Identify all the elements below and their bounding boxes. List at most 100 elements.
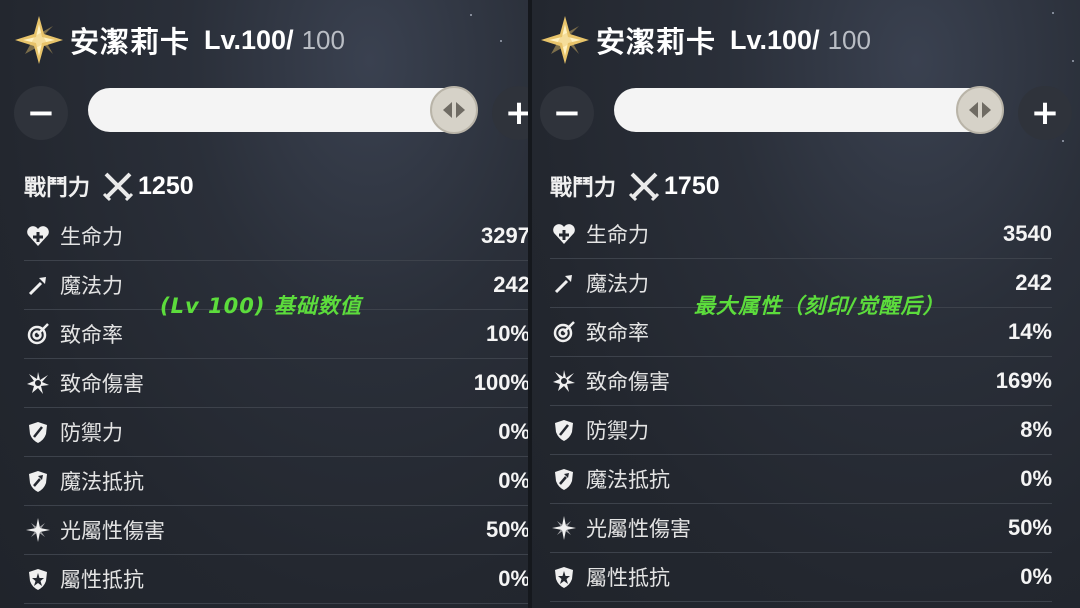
level-slider-handle[interactable] (430, 86, 478, 134)
stat-value: 3540 (1003, 221, 1052, 246)
stat-label: 魔法抵抗 (60, 470, 144, 494)
stat-row-hp: 生命力 3540 (550, 210, 1052, 259)
character-name: 安潔莉卡 (596, 25, 717, 59)
stat-value: 0% (498, 419, 528, 444)
stat-label: 魔法力 (586, 272, 649, 296)
wand-icon (554, 275, 572, 294)
magic-resist-icon (555, 469, 573, 490)
crossed-swords-icon (102, 172, 134, 202)
level-slider-row: − + (540, 86, 1072, 140)
stat-value: 0% (498, 468, 528, 493)
stat-label: 生命力 (60, 225, 123, 249)
stat-row-magic-resist: 魔法抵抗 0% (24, 457, 528, 506)
combat-power-value: 1250 (138, 171, 194, 200)
combat-power-label: 戰鬥力 (24, 176, 91, 201)
stat-row-hp: 生命力 3297 (24, 212, 528, 261)
stat-list: 生命力 3297 魔法力 242 致命率 10% 致命傷害 100% 防禦力 0… (24, 212, 528, 604)
level-increase-button[interactable]: + (492, 86, 528, 140)
combat-power-value: 1750 (664, 171, 720, 200)
stat-label: 致命率 (586, 321, 649, 345)
level-slider-track[interactable] (614, 86, 1004, 134)
drag-arrows-icon (443, 102, 465, 118)
stat-value: 10% (485, 321, 528, 346)
stat-row-magic-resist: 魔法抵抗 0% (550, 455, 1052, 504)
stat-row-element-resist: 屬性抵抗 0% (550, 553, 1052, 602)
character-level: Lv.100/ (204, 24, 294, 55)
level-slider-track[interactable] (88, 86, 478, 134)
stat-label: 致命傷害 (586, 370, 670, 394)
background-star (1062, 140, 1064, 142)
stat-value: 8% (1020, 417, 1052, 442)
stat-label: 魔法力 (60, 274, 123, 298)
stat-value: 100% (473, 370, 528, 395)
stat-list: 生命力 3540 魔法力 242 致命率 14% 致命傷害 169% 防禦力 8… (550, 210, 1052, 602)
element-resist-icon (555, 567, 573, 588)
crit-rate-icon (553, 321, 575, 343)
stat-label: 致命傷害 (60, 372, 144, 396)
combat-power-row: 戰鬥力 1750 (550, 168, 720, 204)
crit-rate-icon (27, 323, 49, 345)
stat-row-light-damage: 光屬性傷害 50% (24, 506, 528, 555)
stat-value: 0% (1020, 564, 1052, 589)
crit-damage-icon (553, 370, 575, 392)
background-star (470, 14, 472, 16)
crossed-swords-icon (628, 172, 660, 202)
combat-power-label: 戰鬥力 (550, 176, 617, 201)
element-resist-icon (29, 569, 47, 590)
stats-panel-max: 安潔莉卡 Lv.100/ 100 − + 戰鬥力 1750 生命力 3540 魔… (532, 0, 1080, 608)
light-element-emblem-icon (15, 16, 63, 64)
overlay-caption: 最大属性（刻印/觉醒后） (694, 294, 945, 318)
level-decrease-button[interactable]: − (14, 86, 68, 140)
background-star (1052, 12, 1054, 14)
stat-label: 致命率 (60, 323, 123, 347)
background-star (500, 40, 502, 42)
level-increase-button[interactable]: + (1018, 86, 1072, 140)
stat-label: 光屬性傷害 (586, 517, 691, 541)
shield-icon (555, 420, 573, 441)
character-level-max: 100 (827, 24, 871, 55)
stat-value: 0% (1020, 466, 1052, 491)
wand-icon (28, 277, 46, 296)
stat-value: 50% (485, 517, 528, 542)
drag-arrows-icon (969, 102, 991, 118)
stat-row-crit-damage: 致命傷害 100% (24, 359, 528, 408)
stat-value: 50% (1007, 515, 1052, 540)
stat-label: 魔法抵抗 (586, 468, 670, 492)
level-slider-handle[interactable] (956, 86, 1004, 134)
stat-label: 防禦力 (60, 421, 123, 445)
stat-row-light-damage: 光屬性傷害 50% (550, 504, 1052, 553)
shield-icon (29, 422, 47, 443)
stat-row-defense: 防禦力 8% (550, 406, 1052, 455)
crit-damage-icon (27, 372, 49, 394)
magic-resist-icon (29, 471, 47, 492)
stat-value: 0% (498, 566, 528, 591)
stat-label: 光屬性傷害 (60, 519, 165, 543)
character-level: Lv.100/ (730, 24, 820, 55)
combat-power-row: 戰鬥力 1250 (24, 168, 194, 204)
stat-label: 防禦力 (586, 419, 649, 443)
character-level-max: 100 (301, 24, 345, 55)
stat-label: 屬性抵抗 (586, 566, 670, 590)
stat-label: 屬性抵抗 (60, 568, 144, 592)
stat-value: 14% (1007, 319, 1052, 344)
character-header: 安潔莉卡 Lv.100/ 100 (540, 10, 871, 70)
level-slider-row: − + (14, 86, 528, 140)
background-star (1072, 60, 1074, 62)
stats-panel-base: 安潔莉卡 Lv.100/ 100 − + 戰鬥力 1250 生命力 3297 魔… (0, 0, 528, 608)
stat-row-crit-damage: 致命傷害 169% (550, 357, 1052, 406)
stat-value: 3297 (481, 223, 528, 248)
stat-row-element-resist: 屬性抵抗 0% (24, 555, 528, 604)
stat-value: 169% (995, 368, 1052, 393)
heart-icon (553, 224, 575, 244)
stat-row-defense: 防禦力 0% (24, 408, 528, 457)
light-damage-icon (26, 518, 50, 542)
character-header: 安潔莉卡 Lv.100/ 100 (14, 10, 345, 70)
overlay-caption: (Lv 100) 基础数值 (160, 294, 362, 318)
character-name: 安潔莉卡 (70, 25, 191, 59)
stat-value: 242 (1015, 270, 1052, 295)
light-damage-icon (552, 516, 576, 540)
light-element-emblem-icon (541, 16, 589, 64)
stat-value: 242 (493, 272, 528, 297)
stat-label: 生命力 (586, 223, 649, 247)
level-decrease-button[interactable]: − (540, 86, 594, 140)
